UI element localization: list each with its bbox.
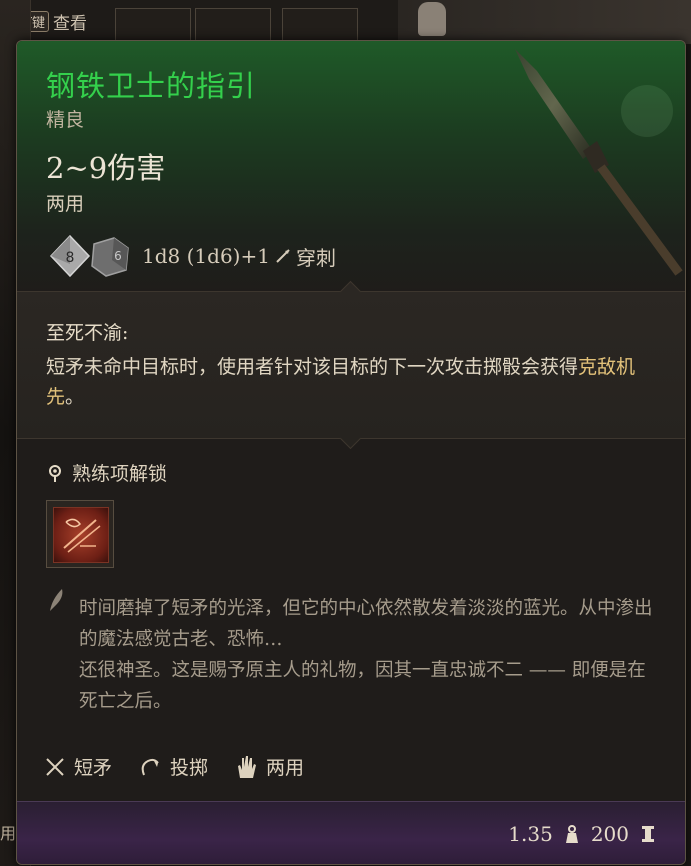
background-slot[interactable] — [195, 8, 271, 44]
spear-cross-icon — [46, 757, 64, 776]
piercing-icon — [276, 249, 290, 263]
lore-paragraph-1: 时间磨掉了短矛的光泽，但它的中心依然散发着淡淡的蓝光。从中渗出的魔法感觉古老、恐… — [79, 598, 653, 650]
d6-die-icon: 6 — [88, 234, 132, 278]
d8-die-icon: 8 — [48, 234, 92, 278]
weight-icon — [565, 825, 578, 843]
proficiency-unlock-row: 熟练项解锁 — [46, 459, 167, 486]
price-value: 200 — [590, 822, 629, 846]
item-lore: 时间磨掉了短矛的光泽，但它的中心依然散发着淡淡的蓝光。从中渗出的魔法感觉古老、恐… — [79, 593, 659, 717]
character-portrait[interactable] — [418, 2, 446, 36]
item-tooltip: 钢铁卫士的指引 精良 2~9伤害 两用 8 6 1d8 (1d6)+1 穿刺 至… — [16, 40, 686, 865]
tag-spear[interactable]: 短矛 — [44, 753, 112, 780]
hand-icon — [238, 755, 257, 778]
special-text-end: 。 — [65, 386, 85, 408]
special-property-title: 至死不渝: — [46, 322, 129, 344]
damage-range: 2~9伤害 — [46, 151, 166, 185]
d6-face-text: 6 — [114, 249, 122, 263]
weight-price-row: 1.35 200 — [508, 822, 657, 846]
tag-versatile[interactable]: 两用 — [234, 753, 304, 780]
dice-row: 8 6 1d8 (1d6)+1 穿刺 — [48, 231, 336, 281]
gold-icon — [642, 826, 654, 842]
handedness-label: 两用 — [46, 193, 85, 215]
tag-label: 两用 — [266, 757, 305, 779]
section-notch — [339, 427, 362, 450]
special-text-part: 短矛未命中目标时，使用者针对该目标的下一次攻击掷骰会获得 — [46, 356, 579, 378]
lore-paragraph-2: 还很神圣。这是赐予原主人的礼物，因其一直忠诚不二 —— 即便是在死亡之后。 — [79, 660, 646, 712]
item-name: 钢铁卫士的指引 — [46, 69, 257, 103]
dice-formula: 1d8 (1d6)+1 穿刺 — [142, 242, 336, 271]
gear-icon — [49, 464, 61, 482]
special-property-text: 短矛未命中目标时，使用者针对该目标的下一次攻击掷骰会获得克敌机先。 — [46, 352, 646, 412]
special-property-section: 至死不渝: 短矛未命中目标时，使用者针对该目标的下一次攻击掷骰会获得克敌机先。 — [17, 280, 685, 450]
item-rarity: 精良 — [46, 109, 85, 131]
spear-icon — [515, 49, 683, 276]
proficiency-action-slot[interactable] — [46, 500, 114, 568]
damage-formula: 1d8 (1d6)+1 — [142, 244, 270, 268]
weight-value: 1.35 — [508, 822, 553, 846]
proficiency-action-icon[interactable] — [53, 507, 109, 563]
throw-icon — [141, 758, 159, 775]
proficiency-label: 熟练项解锁 — [72, 463, 168, 485]
weapon-tags: 短矛 投掷 两用 — [44, 753, 304, 780]
background-slot[interactable] — [115, 8, 191, 44]
view-label: 查看 — [52, 13, 87, 34]
tooltip-footer: 1.35 200 — [17, 801, 685, 864]
background-left-label: 用 — [0, 824, 17, 843]
d8-face-text: 8 — [66, 250, 75, 266]
tag-label: 投掷 — [170, 757, 209, 779]
background-slot[interactable] — [282, 8, 358, 44]
tag-label: 短矛 — [74, 757, 113, 779]
tag-throw[interactable]: 投掷 — [138, 753, 208, 780]
damage-type: 穿刺 — [295, 245, 336, 270]
quill-icon — [50, 589, 63, 611]
